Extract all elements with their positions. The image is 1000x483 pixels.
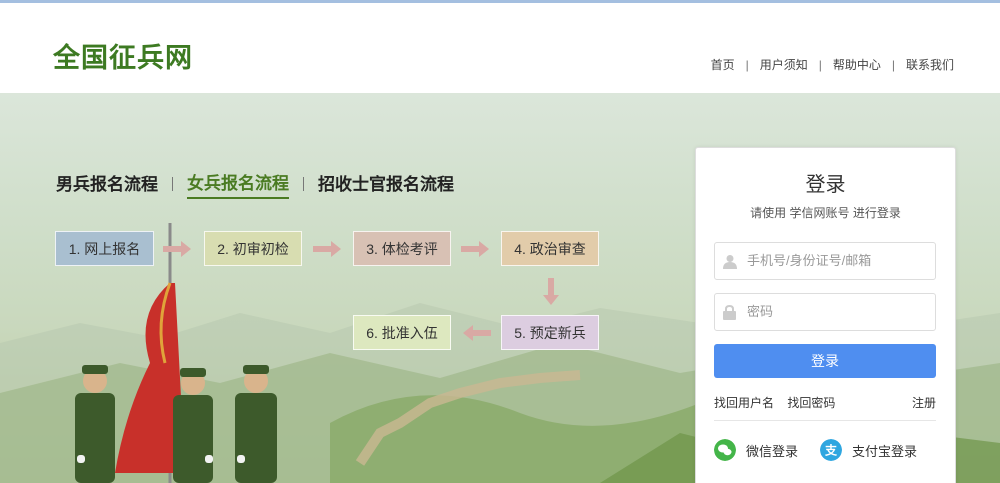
- arrow-right-icon: [461, 241, 489, 257]
- site-header: 全国征兵网 首页 | 用户须知 | 帮助中心 | 联系我们: [0, 3, 1000, 93]
- user-icon: [723, 255, 737, 269]
- wechat-login-label: 微信登录: [746, 443, 799, 459]
- alipay-icon: 支: [820, 439, 842, 461]
- arrow-down-icon: [543, 278, 559, 305]
- site-logo[interactable]: 全国征兵网: [53, 36, 193, 75]
- account-links: 找回用户名 找回密码 注册: [714, 394, 936, 411]
- nav-contact-us[interactable]: 联系我们: [906, 56, 954, 73]
- step-preselect-recruit: 5. 预定新兵: [501, 315, 599, 350]
- step-online-registration: 1. 网上报名: [55, 231, 154, 266]
- alipay-login-label: 支付宝登录: [852, 443, 918, 459]
- nav-separator: |: [891, 57, 895, 72]
- svg-text:支: 支: [824, 443, 838, 458]
- login-card: 登录 请使用 学信网账号 进行登录 登录 找回用户名 找回密码 注册: [695, 147, 956, 483]
- login-subtitle: 请使用 学信网账号 进行登录: [750, 206, 901, 220]
- alipay-login[interactable]: 支 支付宝登录: [820, 439, 917, 461]
- step-physical-exam: 3. 体检考评: [353, 231, 451, 266]
- nav-user-notice[interactable]: 用户须知: [760, 56, 808, 73]
- tab-female-enlistment[interactable]: 女兵报名流程: [187, 169, 289, 199]
- process-tabs: 男兵报名流程 女兵报名流程 招收士官报名流程: [56, 169, 454, 199]
- tab-nco-enlistment[interactable]: 招收士官报名流程: [318, 170, 454, 198]
- login-title: 登录: [805, 174, 846, 196]
- step-political-review: 4. 政治审查: [501, 231, 599, 266]
- nav-help-center[interactable]: 帮助中心: [833, 56, 881, 73]
- arrow-right-icon: [313, 241, 341, 257]
- arrow-left-icon: [463, 325, 491, 341]
- nav-home[interactable]: 首页: [711, 56, 735, 73]
- hero-banner: 男兵报名流程 女兵报名流程 招收士官报名流程 1. 网上报名 2. 初审初检 3…: [0, 93, 1000, 483]
- tab-male-enlistment[interactable]: 男兵报名流程: [56, 170, 158, 198]
- top-navigation: 首页 | 用户须知 | 帮助中心 | 联系我们: [711, 56, 954, 73]
- lock-icon: [723, 305, 736, 320]
- wechat-login[interactable]: 微信登录: [714, 439, 798, 461]
- password-field[interactable]: [714, 293, 936, 331]
- password-input[interactable]: [745, 303, 929, 320]
- nav-separator: |: [745, 57, 749, 72]
- step-approve-enlistment: 6. 批准入伍: [353, 315, 451, 350]
- find-password-link[interactable]: 找回密码: [787, 396, 835, 410]
- register-link[interactable]: 注册: [912, 394, 936, 411]
- username-field[interactable]: [714, 242, 936, 280]
- nav-separator: |: [818, 57, 822, 72]
- divider: [714, 420, 936, 421]
- username-input[interactable]: [745, 252, 929, 269]
- find-username-link[interactable]: 找回用户名: [714, 396, 774, 410]
- login-button[interactable]: 登录: [714, 344, 936, 378]
- arrow-right-icon: [163, 241, 191, 257]
- tab-separator: [303, 177, 304, 191]
- wechat-icon: [714, 439, 736, 461]
- tab-separator: [172, 177, 173, 191]
- step-initial-review: 2. 初审初检: [204, 231, 302, 266]
